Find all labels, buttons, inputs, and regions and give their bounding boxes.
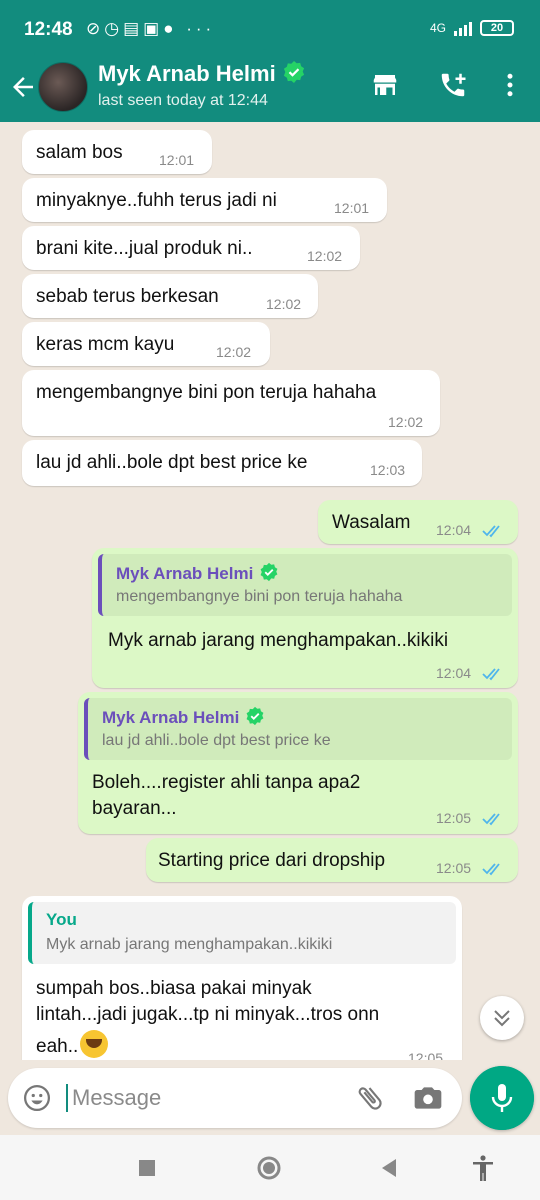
double-check-icon — [482, 668, 500, 681]
accessibility-icon[interactable] — [468, 1153, 498, 1183]
message-time: 12:05 — [436, 810, 472, 826]
incoming-message[interactable]: sebab terus berkesan 12:02 — [22, 274, 318, 318]
back-arrow-icon[interactable] — [8, 72, 38, 102]
message-time: 12:01 — [334, 200, 370, 216]
quoted-text: Myk arnab jarang menghampakan..kikiki — [46, 936, 333, 953]
double-check-icon — [482, 813, 500, 826]
message-time: 12:02 — [266, 296, 302, 312]
message-text: Starting price dari dropship — [158, 850, 386, 871]
message-text-line: Boleh....register ahli tanpa apa2 — [92, 772, 361, 793]
microphone-icon[interactable] — [470, 1066, 534, 1130]
message-time: 12:04 — [436, 665, 472, 681]
camera-icon[interactable] — [412, 1082, 444, 1114]
quoted-message[interactable]: Myk Arnab Helmi lau jd ahli..bole dpt be… — [84, 698, 512, 760]
quoted-sender: Myk Arnab Helmi — [102, 706, 265, 728]
outgoing-message[interactable]: Starting price dari dropship 12:05 — [146, 838, 518, 882]
verified-badge-icon — [260, 562, 278, 582]
quoted-text: lau jd ahli..bole dpt best price ke — [102, 732, 331, 749]
quoted-text: mengembangnye bini pon teruja hahaha — [116, 588, 403, 605]
message-text: Myk arnab jarang menghampakan..kikiki — [108, 630, 449, 651]
incoming-message[interactable]: keras mcm kayu 12:02 — [22, 322, 270, 366]
message-text: Wasalam — [332, 512, 411, 533]
contact-avatar[interactable] — [38, 62, 88, 112]
system-navigation-bar — [0, 1135, 540, 1200]
outgoing-reply-message[interactable]: Myk Arnab Helmi mengembangnye bini pon t… — [92, 548, 518, 688]
paperclip-icon[interactable] — [354, 1082, 386, 1114]
home-icon[interactable] — [254, 1153, 284, 1183]
laughing-emoji-icon — [80, 1030, 109, 1058]
contact-title[interactable]: Myk Arnab Helmi — [98, 60, 306, 87]
message-time: 12:02 — [216, 344, 252, 360]
message-text: minyaknye..fuhh terus jadi ni — [36, 190, 277, 211]
double-check-icon — [482, 863, 500, 876]
message-time: 12:04 — [436, 522, 472, 538]
more-vert-icon[interactable] — [495, 70, 525, 100]
chevrons-down-icon[interactable] — [480, 996, 524, 1040]
incoming-message[interactable]: minyaknye..fuhh terus jadi ni 12:01 — [22, 178, 387, 222]
message-time: 12:03 — [370, 462, 406, 478]
contact-name: Myk Arnab Helmi — [98, 61, 276, 86]
recent-apps-icon[interactable] — [132, 1153, 162, 1183]
incoming-message[interactable]: mengembangnye bini pon teruja hahaha 12:… — [22, 370, 440, 436]
chat-area[interactable]: salam bos 12:01 minyaknye..fuhh terus ja… — [0, 122, 540, 1060]
message-text: sebab terus berkesan — [36, 286, 219, 307]
emoji-icon[interactable] — [22, 1083, 52, 1113]
message-text: salam bos — [36, 142, 123, 163]
outgoing-message[interactable]: Wasalam 12:04 — [318, 500, 518, 544]
quoted-message[interactable]: You Myk arnab jarang menghampakan..kikik… — [28, 902, 456, 964]
incoming-reply-message[interactable]: You Myk arnab jarang menghampakan..kikik… — [22, 896, 462, 1060]
verified-badge-icon — [283, 61, 304, 83]
status-right: 4G 20 — [430, 20, 514, 36]
network-type: 4G — [429, 21, 446, 35]
battery-icon: 20 — [480, 20, 514, 36]
message-text: lau jd ahli..bole dpt best price ke — [36, 452, 308, 473]
message-text-line: lintah...jadi jugak...tp ni minyak...tro… — [36, 1004, 380, 1025]
text-cursor — [66, 1084, 68, 1112]
signal-icon — [454, 20, 472, 36]
add-call-icon[interactable] — [438, 70, 468, 100]
status-bar: 12:48 ⊘◷▤▣● ··· 4G 20 — [0, 0, 540, 60]
quoted-message[interactable]: Myk Arnab Helmi mengembangnye bini pon t… — [98, 554, 512, 616]
message-input[interactable] — [72, 1080, 342, 1116]
outgoing-reply-message[interactable]: Myk Arnab Helmi lau jd ahli..bole dpt be… — [78, 692, 518, 834]
message-text: mengembangnye bini pon teruja hahaha — [36, 382, 377, 403]
back-nav-icon[interactable] — [374, 1153, 404, 1183]
message-time: 12:02 — [307, 248, 343, 264]
message-composer — [8, 1068, 462, 1128]
message-text-line: sumpah bos..biasa pakai minyak — [36, 978, 312, 999]
incoming-message[interactable]: lau jd ahli..bole dpt best price ke 12:0… — [22, 440, 422, 486]
store-icon[interactable] — [370, 70, 400, 100]
last-seen: last seen today at 12:44 — [98, 92, 268, 109]
message-text-line: eah.. — [36, 1030, 109, 1058]
quoted-sender: You — [46, 910, 77, 929]
message-time: 12:02 — [388, 414, 424, 430]
chat-header: Myk Arnab Helmi last seen today at 12:44 — [0, 60, 540, 122]
message-text-line: bayaran... — [92, 798, 177, 819]
status-time: 12:48 — [24, 19, 73, 40]
message-text: brani kite...jual produk ni.. — [36, 238, 253, 259]
verified-badge-icon — [246, 706, 264, 726]
notification-icons: ⊘◷▤▣● ··· — [86, 19, 216, 38]
quoted-sender: Myk Arnab Helmi — [116, 562, 279, 584]
message-time: 12:05 — [436, 860, 472, 876]
incoming-message[interactable]: brani kite...jual produk ni.. 12:02 — [22, 226, 360, 270]
message-text: keras mcm kayu — [36, 334, 175, 355]
double-check-icon — [482, 525, 500, 538]
incoming-message[interactable]: salam bos 12:01 — [22, 130, 212, 174]
message-time: 12:01 — [159, 152, 195, 168]
message-time: 12:05 — [408, 1050, 444, 1060]
